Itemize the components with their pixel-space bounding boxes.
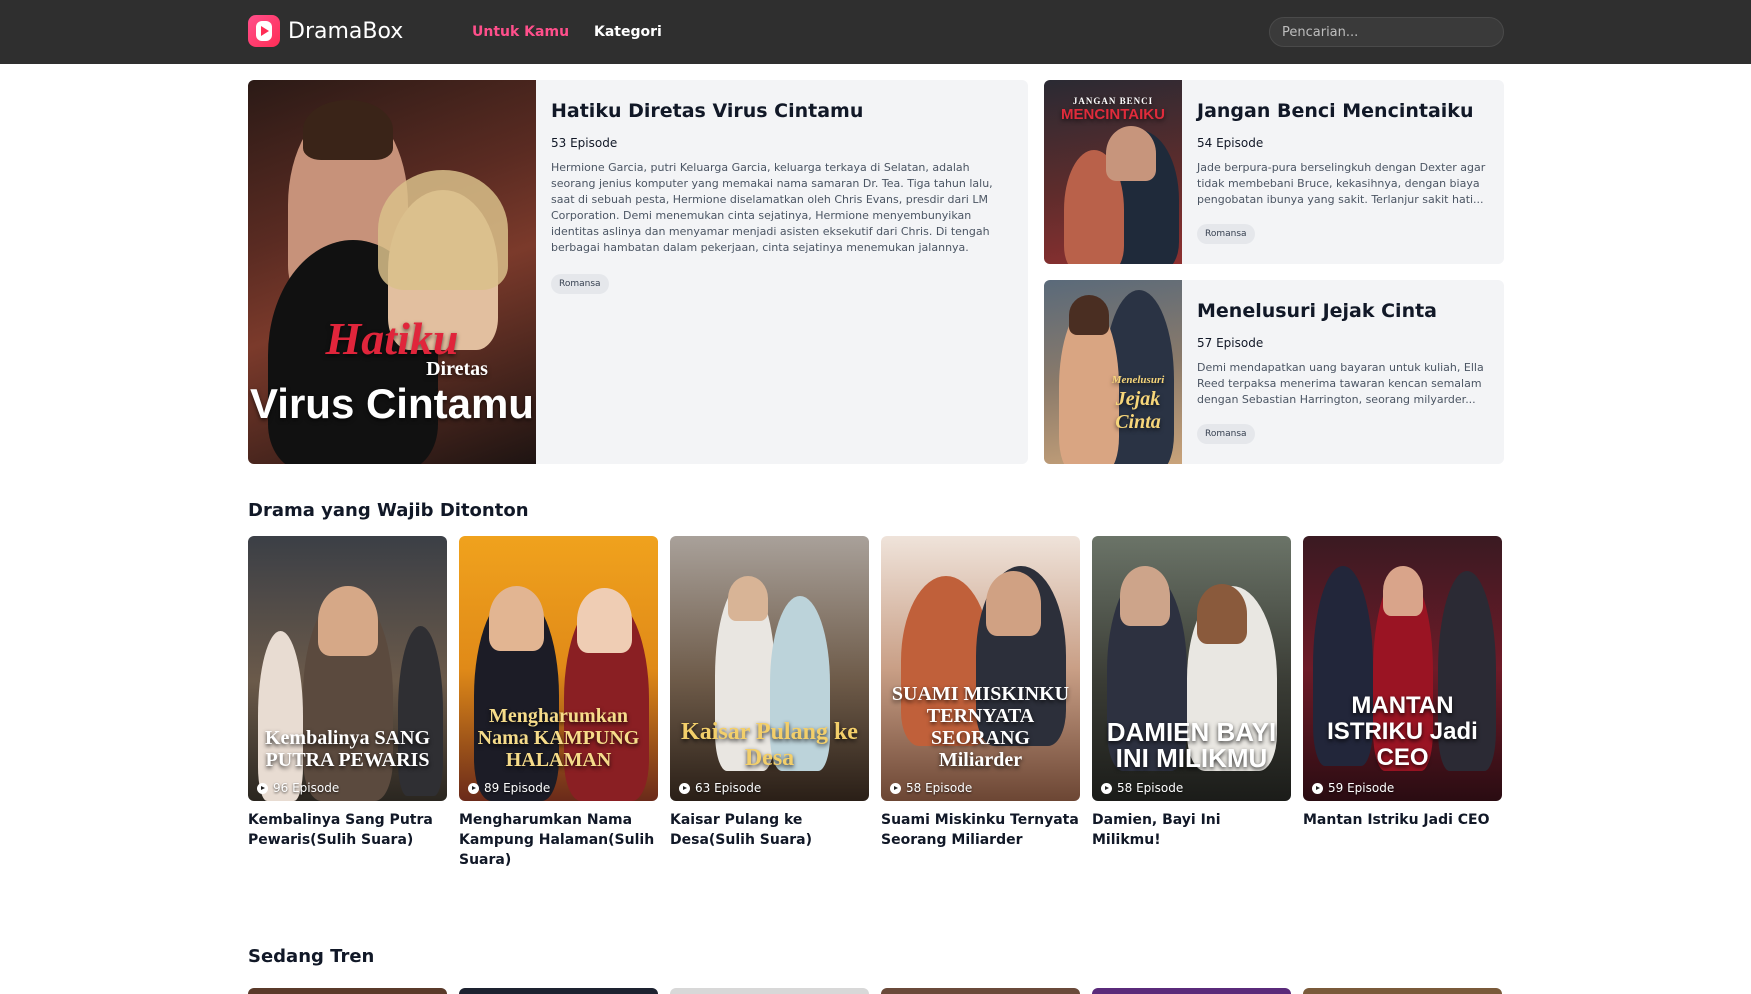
drama-title[interactable]: Suami Miskinku Ternyata Seorang Miliarde… bbox=[881, 810, 1080, 850]
play-circle-icon bbox=[1101, 782, 1112, 794]
featured-main-info: Hatiku Diretas Virus Cintamu 53 Episode … bbox=[551, 100, 1011, 294]
drama-title[interactable]: Mantan Istriku Jadi CEO bbox=[1303, 810, 1502, 830]
top-navigation-bar: DramaBox Untuk Kamu Kategori bbox=[0, 0, 1751, 64]
drama-title[interactable]: Mengharumkan Nama Kampung Halaman(Sulih … bbox=[459, 810, 658, 870]
drama-title[interactable]: Kembalinya Sang Putra Pewaris(Sulih Suar… bbox=[248, 810, 447, 850]
featured-side-title-2[interactable]: Menelusuri Jejak Cinta bbox=[1197, 300, 1487, 322]
genre-tag[interactable]: Romansa bbox=[551, 274, 609, 294]
featured-side-poster-2: Menelusuri Jejak Cinta bbox=[1044, 280, 1182, 464]
section-title-must-watch: Drama yang Wajib Ditonton bbox=[248, 500, 529, 521]
featured-main-poster: Hatiku Diretas Virus Cintamu bbox=[248, 80, 536, 464]
featured-side-poster-1: JANGAN BENCI MENCINTAIKU bbox=[1044, 80, 1182, 264]
featured-main-episodes: 53 Episode bbox=[551, 136, 618, 150]
drama-poster: DAMIEN BAYI INI MILIKMU 58 Episode bbox=[1092, 536, 1291, 801]
dramabox-logo-icon bbox=[248, 15, 280, 47]
featured-side-info-2: Menelusuri Jejak Cinta 57 Episode Demi m… bbox=[1197, 300, 1487, 444]
featured-side-info-1: Jangan Benci Mencintaiku 54 Episode Jade… bbox=[1197, 100, 1487, 244]
drama-card[interactable]: Mengharumkan Nama KAMPUNG HALAMAN 89 Epi… bbox=[459, 536, 658, 870]
drama-title[interactable]: Damien, Bayi Ini Milikmu! bbox=[1092, 810, 1291, 850]
episode-count-badge: 63 Episode bbox=[679, 781, 761, 795]
play-circle-icon bbox=[890, 782, 901, 794]
nav-untuk-kamu[interactable]: Untuk Kamu bbox=[472, 24, 569, 40]
drama-title[interactable]: Kaisar Pulang ke Desa(Sulih Suara) bbox=[670, 810, 869, 850]
search-input[interactable] bbox=[1269, 17, 1504, 47]
drama-card[interactable]: SUAMI MISKINKU TERNYATA SEORANG Miliarde… bbox=[881, 536, 1080, 850]
trending-card-edge[interactable] bbox=[459, 988, 658, 994]
featured-side-episodes-1: 54 Episode bbox=[1197, 136, 1264, 150]
drama-poster: MANTAN ISTRIKU Jadi CEO 59 Episode bbox=[1303, 536, 1502, 801]
episode-count-badge: 58 Episode bbox=[1101, 781, 1183, 795]
play-circle-icon bbox=[679, 782, 690, 794]
play-circle-icon bbox=[257, 782, 268, 794]
drama-card[interactable]: MANTAN ISTRIKU Jadi CEO 59 Episode Manta… bbox=[1303, 536, 1502, 830]
drama-card[interactable]: Kembalinya SANG PUTRA PEWARIS 96 Episode… bbox=[248, 536, 447, 850]
trending-card-edge[interactable] bbox=[1092, 988, 1291, 994]
episode-count-badge: 89 Episode bbox=[468, 781, 550, 795]
brand-name: DramaBox bbox=[288, 18, 404, 44]
trending-card-edge[interactable] bbox=[881, 988, 1080, 994]
play-circle-icon bbox=[1312, 782, 1323, 794]
featured-main-card[interactable]: Hatiku Diretas Virus Cintamu Hatiku Dire… bbox=[248, 80, 1028, 464]
featured-side-card-2[interactable]: Menelusuri Jejak Cinta Menelusuri Jejak … bbox=[1044, 280, 1504, 464]
drama-poster: Kaisar Pulang ke Desa 63 Episode bbox=[670, 536, 869, 801]
trending-card-edge[interactable] bbox=[670, 988, 869, 994]
genre-tag[interactable]: Romansa bbox=[1197, 224, 1255, 244]
drama-card[interactable]: Kaisar Pulang ke Desa 63 Episode Kaisar … bbox=[670, 536, 869, 850]
drama-poster: SUAMI MISKINKU TERNYATA SEORANG Miliarde… bbox=[881, 536, 1080, 801]
featured-side-card-1[interactable]: JANGAN BENCI MENCINTAIKU Jangan Benci Me… bbox=[1044, 80, 1504, 264]
featured-main-description: Hermione Garcia, putri Keluarga Garcia, … bbox=[551, 161, 993, 254]
genre-tag[interactable]: Romansa bbox=[1197, 424, 1255, 444]
featured-side-episodes-2: 57 Episode bbox=[1197, 336, 1264, 350]
featured-side-description-2: Demi mendapatkan uang bayaran untuk kuli… bbox=[1197, 361, 1484, 406]
episode-count-badge: 59 Episode bbox=[1312, 781, 1394, 795]
drama-card[interactable]: DAMIEN BAYI INI MILIKMU 58 Episode Damie… bbox=[1092, 536, 1291, 850]
brand-logo[interactable]: DramaBox bbox=[248, 15, 403, 47]
episode-count-badge: 96 Episode bbox=[257, 781, 339, 795]
play-circle-icon bbox=[468, 782, 479, 794]
featured-side-title-1[interactable]: Jangan Benci Mencintaiku bbox=[1197, 100, 1487, 122]
section-title-trending: Sedang Tren bbox=[248, 946, 375, 967]
drama-poster: Mengharumkan Nama KAMPUNG HALAMAN 89 Epi… bbox=[459, 536, 658, 801]
featured-main-title[interactable]: Hatiku Diretas Virus Cintamu bbox=[551, 100, 1011, 122]
nav-kategori[interactable]: Kategori bbox=[594, 24, 662, 40]
drama-poster: Kembalinya SANG PUTRA PEWARIS 96 Episode bbox=[248, 536, 447, 801]
episode-count-badge: 58 Episode bbox=[890, 781, 972, 795]
trending-card-edge[interactable] bbox=[248, 988, 447, 994]
featured-side-description-1: Jade berpura-pura berselingkuh dengan De… bbox=[1197, 161, 1486, 206]
trending-card-edge[interactable] bbox=[1303, 988, 1502, 994]
